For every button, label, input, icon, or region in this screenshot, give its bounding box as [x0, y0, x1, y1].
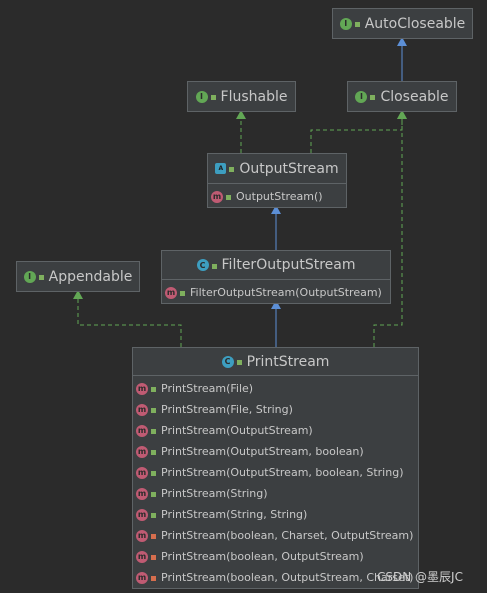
method-icon: m [136, 550, 148, 563]
class-name: FilterOutputStream [221, 257, 356, 273]
member-row[interactable]: m PrintStream(File) [133, 378, 418, 399]
outputstream-members: m OutputStream() [208, 183, 346, 207]
flushable-header: I Flushable [188, 82, 295, 111]
public-visibility-icon [151, 492, 156, 497]
member-signature: PrintStream(String) [161, 487, 268, 500]
method-icon: m [165, 286, 177, 299]
method-icon: m [136, 571, 148, 584]
member-row[interactable]: m PrintStream(OutputStream, boolean, Stri… [133, 462, 418, 483]
class-icon: C [221, 355, 234, 368]
public-visibility-icon [354, 22, 360, 27]
member-signature: PrintStream(OutputStream) [161, 424, 313, 437]
member-row[interactable]: m OutputStream() [208, 186, 346, 207]
method-icon: m [136, 403, 148, 416]
member-signature: PrintStream(boolean, OutputStream) [161, 550, 364, 563]
member-signature: PrintStream(boolean, Charset, OutputStre… [161, 529, 414, 542]
method-icon: m [136, 382, 148, 395]
interface-icon: I [195, 90, 208, 103]
appendable-node[interactable]: I Appendable [16, 261, 140, 292]
outputstream-node[interactable]: A OutputStream m OutputStream() [207, 153, 347, 208]
public-visibility-icon [38, 275, 44, 280]
member-signature: PrintStream(OutputStream, boolean, Strin… [161, 466, 404, 479]
printstream-node[interactable]: C PrintStream m PrintStream(File) m PrintStre… [132, 347, 419, 589]
public-visibility-icon [151, 387, 156, 392]
autocloseable-header: I AutoCloseable [333, 9, 472, 38]
public-visibility-icon [210, 95, 216, 100]
closeable-header: I Closeable [348, 82, 456, 111]
public-visibility-icon [151, 450, 156, 455]
closeable-node[interactable]: I Closeable [347, 81, 457, 112]
public-visibility-icon [370, 95, 376, 100]
class-name: Closeable [380, 88, 449, 105]
flushable-node[interactable]: I Flushable [187, 81, 296, 112]
class-name: PrintStream [246, 353, 330, 370]
watermark: CSDN @墨辰JC [377, 570, 463, 584]
public-visibility-icon [180, 291, 185, 296]
interface-icon: I [23, 270, 36, 283]
filteroutputstream-node[interactable]: C FilterOutputStream m FilterOutputStream(O… [161, 250, 391, 304]
filteroutputstream-header: C FilterOutputStream [162, 251, 390, 279]
class-name: Flushable [220, 88, 288, 105]
outputstream-header: A OutputStream [208, 154, 346, 183]
method-icon: m [136, 466, 148, 479]
private-visibility-icon [151, 576, 156, 581]
member-row[interactable]: m PrintStream(OutputStream, boolean) [133, 441, 418, 462]
member-row[interactable]: m PrintStream(String) [133, 483, 418, 504]
class-icon: C [196, 259, 209, 271]
public-visibility-icon [211, 263, 217, 269]
method-icon: m [136, 487, 148, 500]
method-icon: m [211, 190, 223, 203]
interface-icon: I [355, 90, 368, 103]
member-signature: PrintStream(File, String) [161, 403, 293, 416]
class-name: Appendable [48, 268, 133, 285]
member-row[interactable]: m PrintStream(OutputStream) [133, 420, 418, 441]
member-row[interactable]: m PrintStream(String, String) [133, 504, 418, 525]
public-visibility-icon [226, 195, 231, 200]
autocloseable-node[interactable]: I AutoCloseable [332, 8, 473, 39]
public-visibility-icon [151, 513, 156, 518]
printstream-members: m PrintStream(File) m PrintStream(File, Str… [133, 375, 418, 588]
class-name: AutoCloseable [364, 15, 466, 32]
private-visibility-icon [151, 534, 156, 539]
method-icon: m [136, 508, 148, 521]
public-visibility-icon [151, 471, 156, 476]
member-row[interactable]: m PrintStream(boolean, OutputStream) [133, 546, 418, 567]
member-signature: PrintStream(File) [161, 382, 254, 395]
member-signature: PrintStream(boolean, OutputStream, Chars… [161, 571, 414, 584]
public-visibility-icon [151, 408, 156, 413]
member-signature: PrintStream(OutputStream, boolean) [161, 445, 364, 458]
member-row[interactable]: m PrintStream(boolean, OutputStream, Char… [133, 567, 418, 588]
class-name: OutputStream [239, 160, 339, 177]
implements-edge-printstream-closeable [373, 110, 403, 347]
abstract-class-icon: A [215, 163, 227, 174]
implements-edge-outputstream-closeable [310, 110, 403, 153]
member-row[interactable]: m PrintStream(boolean, Charset, OutputStr… [133, 525, 418, 546]
member-row[interactable]: m FilterOutputStream(OutputStream) [162, 282, 390, 303]
member-signature: OutputStream() [236, 190, 323, 203]
member-signature: FilterOutputStream(OutputStream) [190, 286, 382, 299]
method-icon: m [136, 445, 148, 458]
method-icon: m [136, 529, 148, 542]
method-icon: m [136, 424, 148, 437]
public-visibility-icon [229, 167, 235, 172]
interface-icon: I [339, 17, 352, 30]
public-visibility-icon [151, 429, 156, 434]
appendable-header: I Appendable [17, 262, 139, 291]
filteroutputstream-members: m FilterOutputStream(OutputStream) [162, 279, 390, 303]
private-visibility-icon [151, 555, 156, 560]
printstream-header: C PrintStream [133, 348, 418, 375]
member-row[interactable]: m PrintStream(File, String) [133, 399, 418, 420]
member-signature: PrintStream(String, String) [161, 508, 308, 521]
public-visibility-icon [236, 360, 242, 365]
